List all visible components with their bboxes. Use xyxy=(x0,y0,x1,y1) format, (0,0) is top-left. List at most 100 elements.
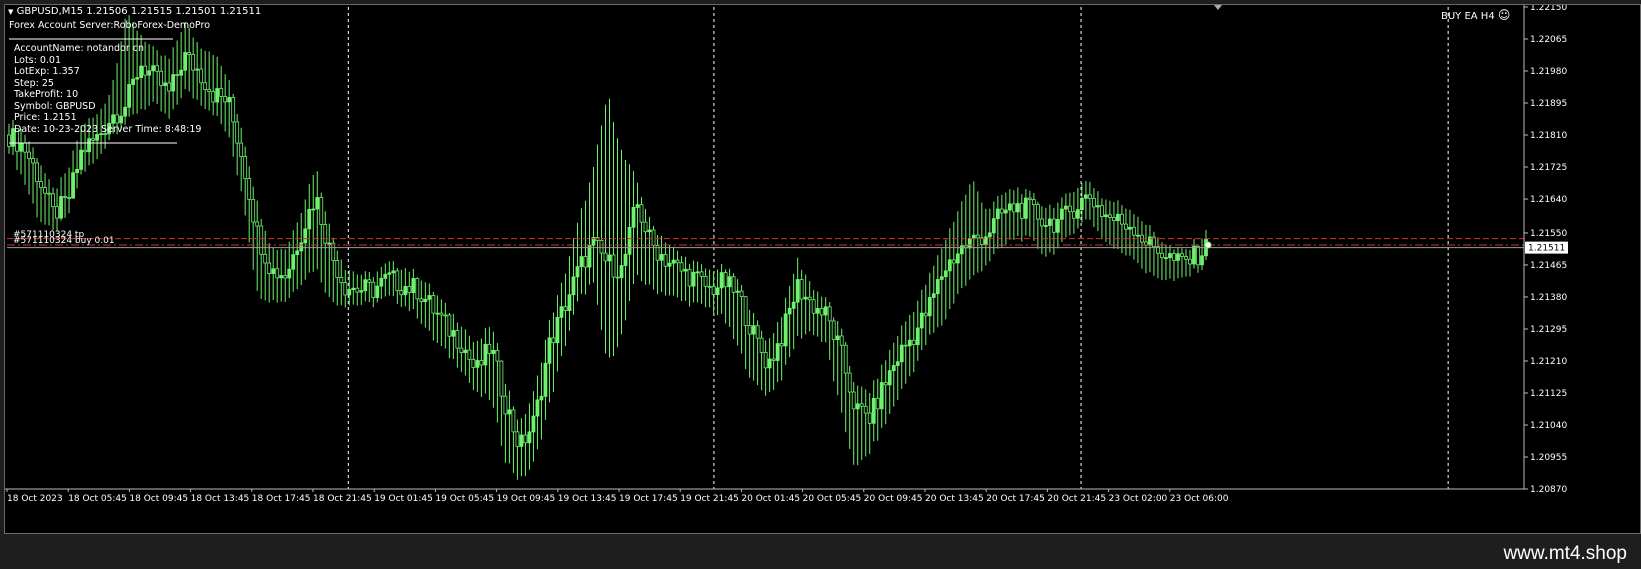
candle-body xyxy=(959,245,964,255)
info-line: Date: 10-23-2023 Server Time: 8:48:19 xyxy=(14,123,202,135)
y-tick-label: 1.20955 xyxy=(1530,453,1567,463)
candle-body xyxy=(995,208,1000,220)
chart-area[interactable]: 1.22150 1.22065 1.21980 1.21895 1.21810 1.217… xyxy=(4,4,1641,534)
candle-body xyxy=(823,306,828,316)
candle-body xyxy=(691,271,696,287)
candle-body xyxy=(899,344,904,363)
x-tick-label: 23 Oct 02:00 xyxy=(1109,494,1168,504)
candle-body xyxy=(379,277,384,287)
y-tick-label: 1.20870 xyxy=(1530,485,1567,495)
candle-body xyxy=(455,330,460,349)
price-lines xyxy=(7,38,1524,249)
candle-body xyxy=(871,397,876,424)
candle-body xyxy=(259,225,264,255)
x-tick-label: 20 Oct 13:45 xyxy=(925,494,984,504)
candle-body xyxy=(843,344,848,374)
candle-body xyxy=(715,287,720,296)
candle-body xyxy=(955,253,960,264)
candle-body xyxy=(639,204,644,223)
candle-body xyxy=(495,349,500,362)
candle-body xyxy=(435,312,440,315)
candle-body xyxy=(547,337,552,364)
candle-body xyxy=(1035,204,1040,220)
candle-body xyxy=(139,65,144,79)
candle-body xyxy=(779,343,784,347)
candle-body xyxy=(47,192,51,195)
price-chart-svg[interactable]: 1.22150 1.22065 1.21980 1.21895 1.21810 1.217… xyxy=(5,5,1640,533)
ea-label[interactable]: BUY EA H4 ☺ xyxy=(1441,9,1510,23)
candle-body xyxy=(151,65,156,72)
candle-body xyxy=(1067,205,1072,213)
candle-body xyxy=(1120,213,1124,225)
candle-body xyxy=(59,196,63,219)
candle-body xyxy=(603,252,608,262)
y-tick-label: 1.21465 xyxy=(1530,261,1567,271)
candle-body xyxy=(163,82,168,86)
candle-body xyxy=(683,268,688,272)
candle-body xyxy=(723,272,728,288)
x-tick-label: 20 Oct 01:45 xyxy=(741,494,800,504)
candle-body xyxy=(1180,253,1184,257)
candle-body xyxy=(467,349,472,360)
candle-body xyxy=(951,259,956,264)
candle-body xyxy=(355,287,360,293)
candle-body xyxy=(707,285,712,288)
candle-body xyxy=(1100,205,1104,217)
candle-body xyxy=(1124,223,1128,230)
candle-body xyxy=(339,277,344,284)
candle-body xyxy=(191,54,196,71)
candle-body xyxy=(407,286,412,293)
candle-body xyxy=(671,259,676,264)
candle-body xyxy=(491,349,496,354)
candle-body xyxy=(551,337,556,344)
candle-body xyxy=(527,431,532,444)
candle-body xyxy=(935,279,940,295)
candle-body xyxy=(799,279,804,300)
candle-body xyxy=(879,382,884,410)
candle-body xyxy=(327,242,332,245)
candle-body xyxy=(63,196,67,198)
candle-body xyxy=(815,308,820,314)
candle-body xyxy=(451,330,456,337)
candle-body xyxy=(159,70,164,86)
candle-body xyxy=(371,281,376,298)
candle-body xyxy=(887,370,892,386)
candle-body xyxy=(507,409,512,415)
candle-body xyxy=(143,65,148,76)
candle-body xyxy=(123,106,127,117)
candle-body xyxy=(1039,218,1044,227)
candle-body xyxy=(1176,253,1180,261)
candle-body xyxy=(571,276,576,296)
info-line: Lots: 0.01 xyxy=(14,54,61,66)
candle-body xyxy=(227,97,232,103)
candle-body xyxy=(915,327,920,346)
candle-body xyxy=(1088,194,1092,199)
candle-body xyxy=(695,271,700,274)
candle-body xyxy=(743,296,748,327)
candle-body xyxy=(431,295,436,314)
candle-body xyxy=(1055,218,1060,233)
candle-body xyxy=(855,403,860,410)
candle-body xyxy=(583,256,588,268)
candle-body xyxy=(919,312,924,329)
candle-body xyxy=(1083,194,1088,199)
candle-body xyxy=(391,270,396,274)
candle-body xyxy=(819,308,824,316)
candle-body xyxy=(615,276,620,279)
candle-body xyxy=(203,82,208,91)
candle-body xyxy=(27,151,31,159)
y-tick-label: 1.21550 xyxy=(1530,229,1567,239)
candle-body xyxy=(23,142,27,153)
watermark: www.mt4.shop xyxy=(1503,543,1627,564)
candle-body xyxy=(499,360,504,397)
candle-body xyxy=(931,293,936,298)
candle-body xyxy=(567,294,572,311)
candle-body xyxy=(559,306,564,318)
candle-body xyxy=(347,289,352,296)
candle-body xyxy=(575,266,580,278)
candle-body xyxy=(1007,203,1012,211)
collapse-triangle-icon[interactable]: ▼ xyxy=(8,8,13,16)
candle-body xyxy=(751,325,756,335)
candle-body xyxy=(719,272,724,289)
candle-body xyxy=(31,158,35,164)
